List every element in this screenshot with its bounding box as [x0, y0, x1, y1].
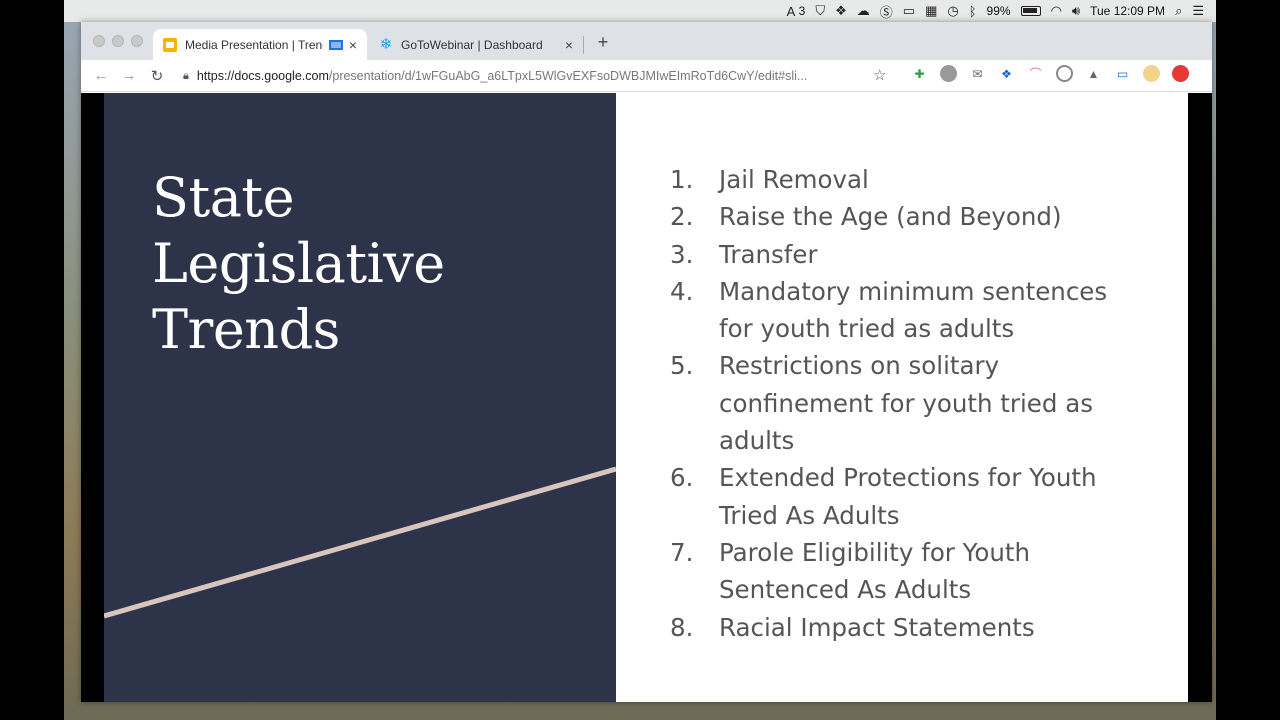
profile-avatar[interactable]	[1143, 65, 1160, 82]
grey-circle-extension-icon[interactable]	[1056, 65, 1073, 82]
tab-title: GoToWebinar | Dashboard	[401, 37, 543, 52]
list-item: 8. Racial Impact Statements	[670, 612, 1035, 642]
gotowebinar-icon: ❄	[379, 35, 393, 53]
list-item: 3. Transfer	[670, 239, 818, 269]
battery-icon	[1020, 0, 1041, 22]
browser-toolbar: ← → ↻ 🔒︎ https://docs.google.com/present…	[81, 60, 1212, 92]
list-item: 2. Raise the Age (and Beyond)	[670, 202, 1062, 232]
close-tab-button[interactable]: ×	[349, 37, 357, 53]
bluetooth-icon[interactable]: ᛒ	[969, 0, 977, 22]
extension-green-icon[interactable]: ✚	[911, 65, 928, 82]
letterbox-left	[0, 0, 64, 720]
window-controls	[93, 35, 143, 47]
trend-list: 1. Jail Removal 2. Raise the Age (and Beyo…	[670, 161, 1110, 646]
url-text[interactable]: https://docs.google.com/presentation/d/1…	[197, 69, 899, 83]
slides-icon	[163, 37, 177, 52]
red-extension-icon[interactable]	[1172, 65, 1189, 82]
list-item: 4. Mandatory minimum sentences for youth …	[670, 276, 1108, 344]
adobe-icon: A	[786, 3, 796, 19]
adobe-menu-item[interactable]: A 3	[787, 0, 806, 22]
memory-icon[interactable]: ▦	[925, 0, 937, 22]
time-machine-icon[interactable]: ◷	[947, 0, 958, 22]
presentation-stage: State Legislative Trends 1. Jail Removal …	[81, 93, 1212, 702]
list-item: 1. Jail Removal	[670, 165, 869, 194]
screen-share-icon[interactable]: ▭	[903, 0, 915, 22]
reload-icon[interactable]: ↻	[143, 67, 171, 85]
tab-title: Media Presentation | Trends	[185, 37, 323, 52]
cloud-icon[interactable]: ☁	[857, 0, 870, 22]
volume-icon[interactable]: 🔊︎	[1072, 0, 1080, 22]
zoom-window-button[interactable]	[131, 35, 143, 47]
s-box-icon[interactable]: Ⓢ	[880, 0, 893, 22]
spotlight-search-icon[interactable]: ⌕	[1175, 0, 1182, 22]
extension-grey-icon[interactable]	[940, 65, 957, 82]
menubar-clock[interactable]: Tue 12:09 PM	[1090, 0, 1165, 22]
new-tab-button[interactable]: +	[593, 32, 613, 56]
mac-menu-bar: A 3 ⛉ ❖ ☁ Ⓢ ▭ ▦ ◷ ᛒ 99% ◠ 🔊︎ Tue 12:09 P…	[64, 0, 1216, 22]
slide-title: State Legislative Trends	[152, 166, 445, 361]
back-icon[interactable]: ←	[87, 67, 115, 84]
cast-extension-icon[interactable]: ▭	[1114, 65, 1131, 82]
wifi-icon[interactable]: ◠	[1051, 0, 1062, 22]
tab-media-presentation[interactable]: Media Presentation | Trends ×	[153, 29, 367, 60]
lock-icon: 🔒︎	[183, 69, 189, 82]
notification-center-icon[interactable]: ☰	[1192, 0, 1204, 22]
list-item: 7. Parole Eligibility for Youth Sentenced…	[670, 537, 1031, 605]
shield-status-icon[interactable]: ⛉	[815, 0, 825, 22]
bookmark-star-icon[interactable]: ☆	[873, 66, 886, 84]
list-item: 6. Extended Protections for Youth Tried A…	[670, 463, 1097, 530]
drive-extension-icon[interactable]: ▲	[1085, 65, 1102, 82]
close-tab-button[interactable]: ×	[565, 37, 573, 53]
browser-window: Media Presentation | Trends × ❄ GoToWebi…	[81, 22, 1212, 702]
slide-list-panel: 1. Jail Removal 2. Raise the Age (and Beyo…	[616, 93, 1188, 702]
mail-extension-icon[interactable]: ✉	[969, 65, 986, 82]
tab-strip: Media Presentation | Trends × ❄ GoToWebi…	[81, 22, 1212, 60]
dropbox-icon[interactable]: ❖	[835, 0, 847, 22]
tab-divider	[583, 36, 584, 54]
close-window-button[interactable]	[93, 35, 105, 47]
slide-title-panel: State Legislative Trends	[104, 93, 616, 702]
battery-percent[interactable]: 99%	[987, 0, 1011, 22]
casting-icon	[328, 39, 343, 50]
tab-gotowebinar[interactable]: ❄ GoToWebinar | Dashboard ×	[369, 29, 583, 60]
list-item: 5. Restrictions on solitary confinement f…	[670, 351, 1093, 456]
letterbox-right	[1216, 0, 1280, 720]
dropbox-extension-icon[interactable]: ❖	[998, 65, 1015, 82]
address-bar[interactable]: 🔒︎ https://docs.google.com/presentation/…	[179, 63, 899, 89]
extensions-bar: ✚ ✉ ❖ ⌒ ▲ ▭	[911, 65, 1189, 82]
minimize-window-button[interactable]	[112, 35, 124, 47]
arc-extension-icon[interactable]: ⌒	[1027, 65, 1044, 82]
forward-icon[interactable]: →	[115, 67, 143, 84]
